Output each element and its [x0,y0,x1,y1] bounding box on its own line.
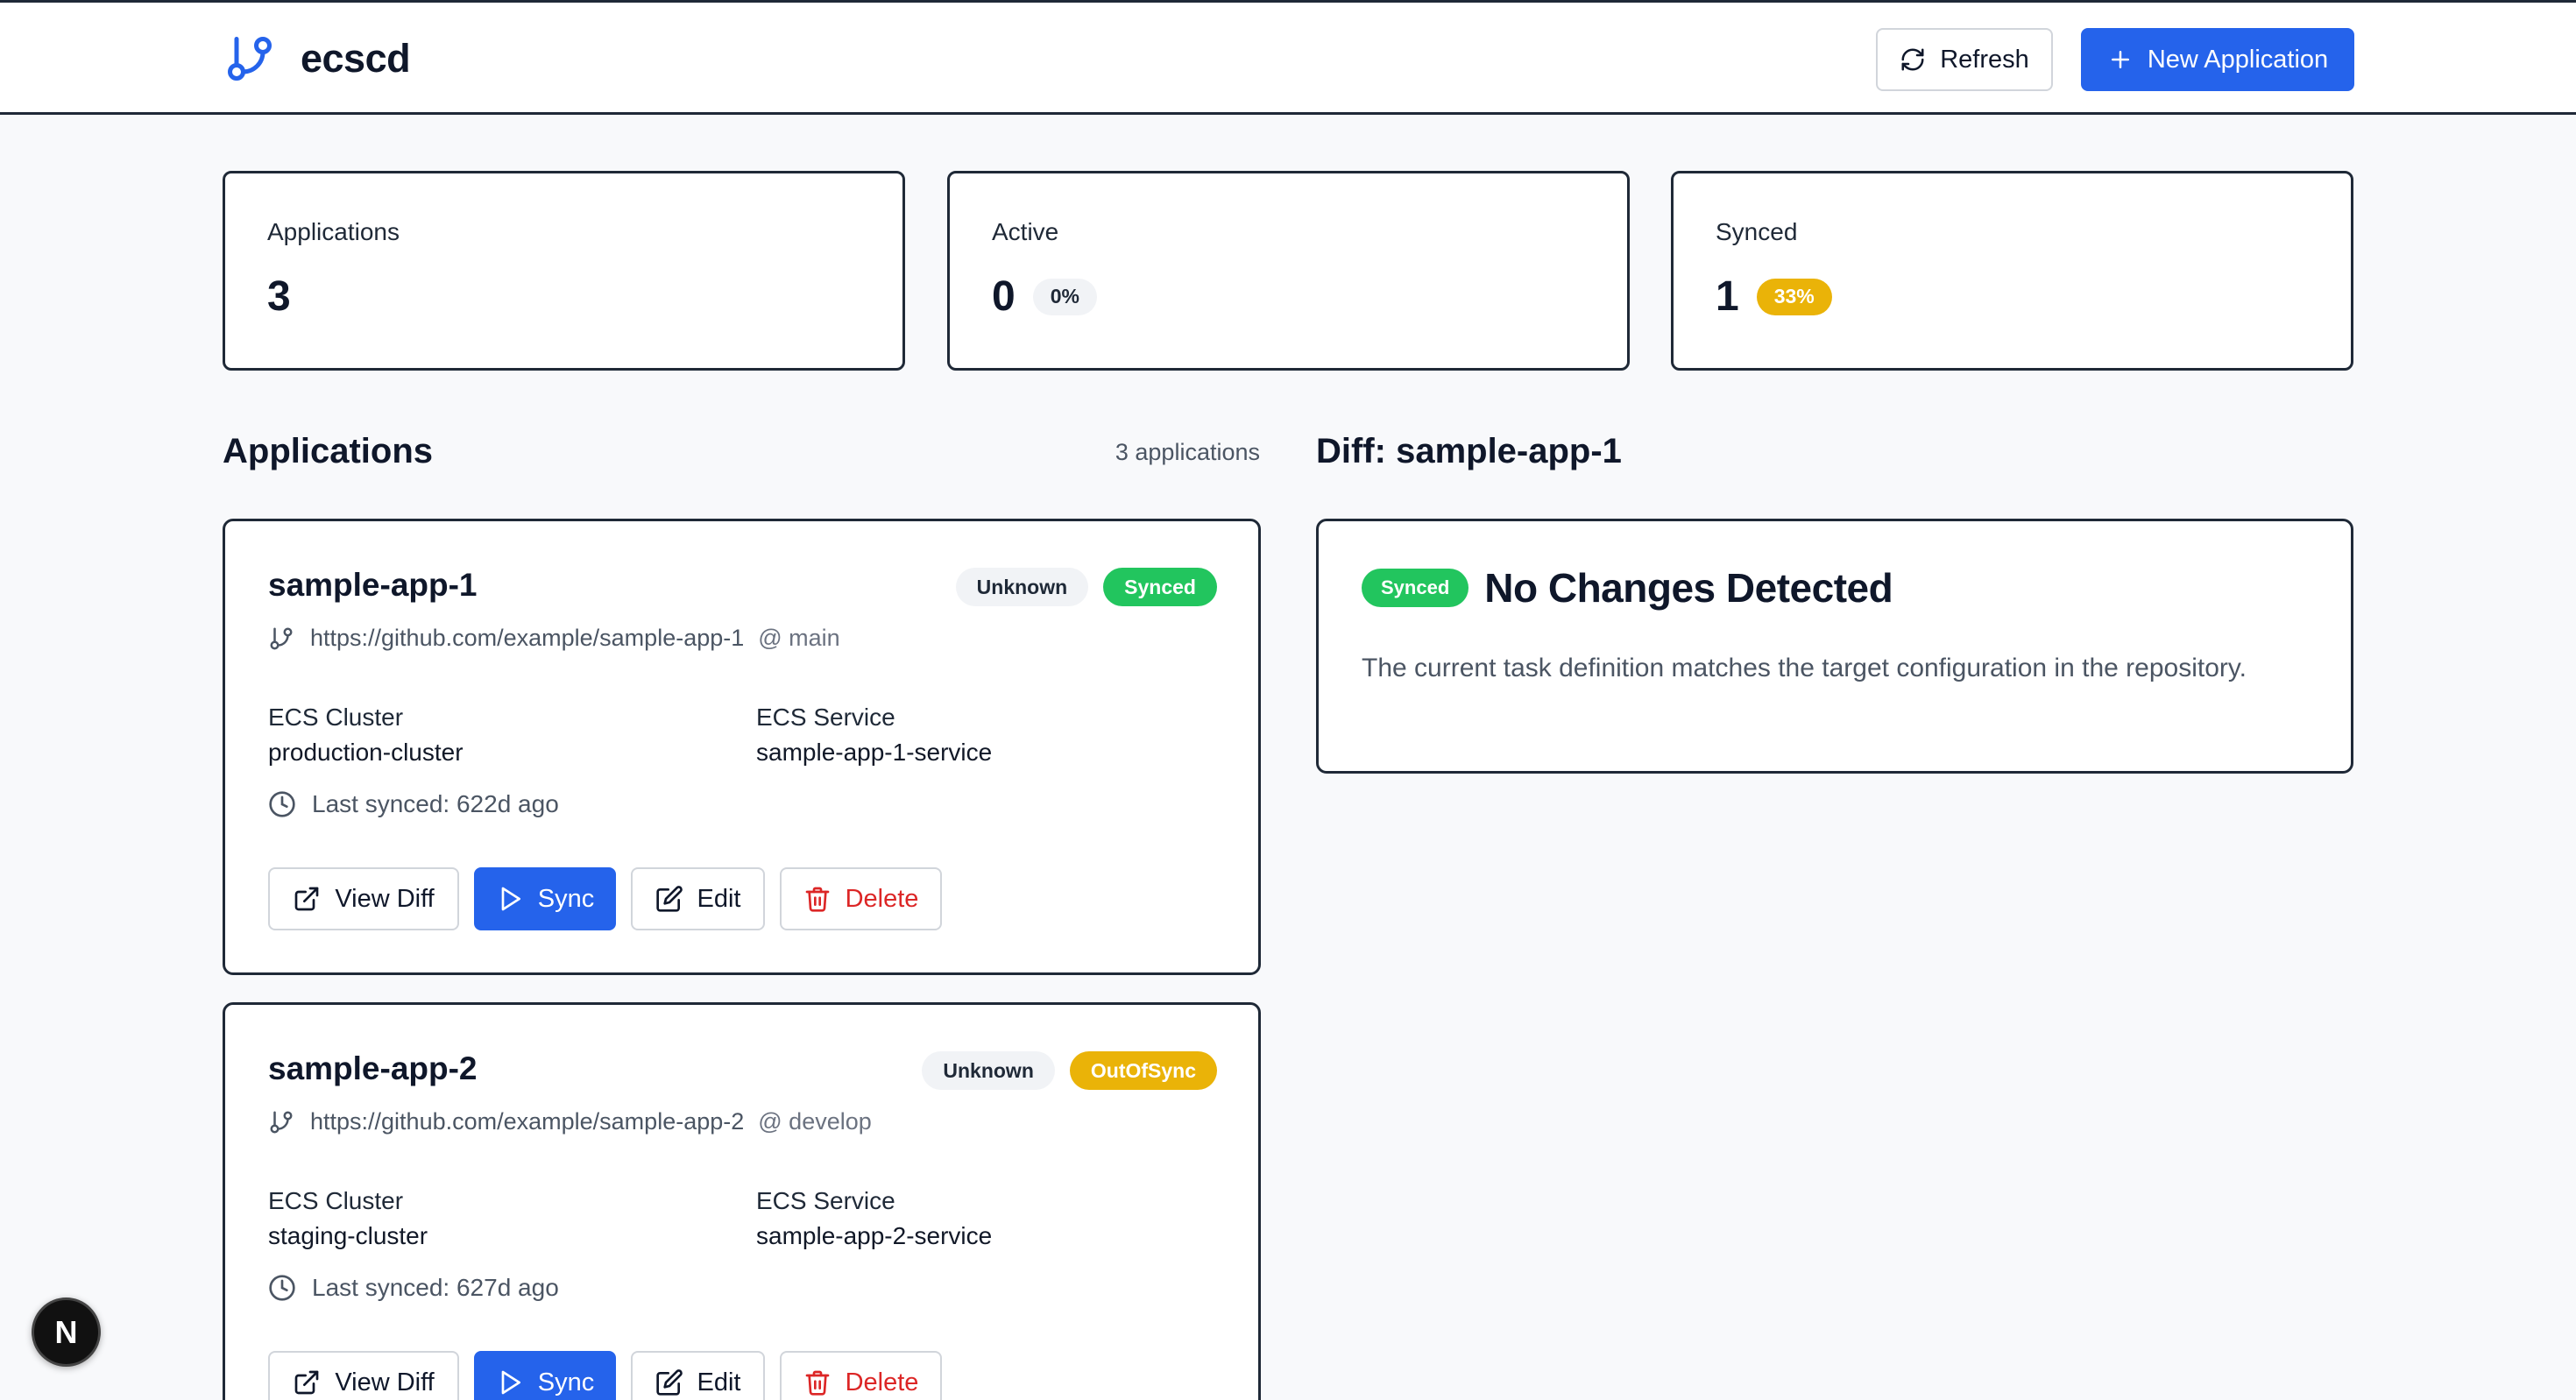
repo-info: https://github.com/example/sample-app-2 … [268,1108,872,1135]
git-branch-icon [270,1111,293,1133]
status-badges: Unknown Synced [955,568,1217,606]
last-synced: Last synced: 622d ago [268,790,559,818]
view-diff-label: View Diff [335,884,435,913]
edit-button[interactable]: Edit [631,867,765,930]
stat-value: 0 [992,273,1016,320]
external-link-icon [294,1370,319,1395]
cluster-label: ECS Cluster [268,1187,404,1214]
app-actions: View Diff Sync Edit Delete [268,867,942,930]
repo-branch: @ develop [758,1108,872,1135]
diff-status-badge: Synced [1362,569,1469,607]
repo-url[interactable]: https://github.com/example/sample-app-2 [310,1108,744,1135]
stat-label: Applications [267,218,400,245]
last-synced-text: Last synced: 627d ago [312,1274,559,1301]
trash-icon [805,1370,829,1396]
service-value: sample-app-1-service [756,739,993,766]
delete-label: Delete [845,884,919,913]
repo-branch: @ main [758,625,840,651]
sync-button[interactable]: Sync [474,1351,616,1400]
diff-heading: No Changes Detected [1484,565,1893,611]
delete-label: Delete [845,1368,919,1396]
stat-value: 1 [1716,273,1739,320]
last-synced: Last synced: 627d ago [268,1274,559,1302]
health-badge: Unknown [955,568,1089,606]
brand-name: ecscd [301,36,411,81]
new-application-label: New Application [2147,45,2329,74]
app-name: sample-app-2 [268,1050,478,1086]
refresh-icon [1901,48,1924,71]
active-percent-badge: 0% [1032,278,1097,315]
stat-label: Synced [1716,218,1798,245]
trash-icon [805,887,829,912]
refresh-button[interactable]: Refresh [1876,28,2053,91]
external-link-icon [294,887,319,911]
service-label: ECS Service [756,704,895,731]
edit-label: Edit [697,884,741,913]
top-bar: ecscd Refresh New Application [0,0,2576,115]
git-branch-icon [228,37,272,81]
app-card[interactable]: sample-app-1 Unknown Synced https://gith… [223,519,1261,975]
last-synced-text: Last synced: 622d ago [312,790,559,817]
sync-button[interactable]: Sync [474,867,616,930]
synced-percent-badge: 33% [1756,278,1832,315]
edit-label: Edit [697,1368,741,1396]
refresh-label: Refresh [1940,45,2029,74]
applications-count: 3 applications [1115,439,1260,465]
app-actions: View Diff Sync Edit Delete [268,1351,942,1400]
applications-title: Applications [223,432,434,470]
stat-card-synced: Synced 1 33% [1671,171,2353,371]
play-icon [501,887,520,911]
diff-header: Synced No Changes Detected [1362,564,1893,612]
sync-label: Sync [537,884,595,913]
clock-icon [269,791,295,817]
play-icon [501,1370,520,1395]
service-label: ECS Service [756,1187,895,1214]
cluster-label: ECS Cluster [268,704,404,731]
clock-icon [269,1275,295,1301]
sync-status-badge: Synced [1103,568,1217,606]
app-name: sample-app-1 [268,567,478,603]
app-card[interactable]: sample-app-2 Unknown OutOfSync https://g… [223,1002,1261,1400]
cluster-value: staging-cluster [268,1222,428,1249]
sync-label: Sync [537,1368,595,1396]
view-diff-button[interactable]: View Diff [268,1351,459,1400]
health-badge: Unknown [922,1051,1055,1090]
view-diff-label: View Diff [335,1368,435,1396]
delete-button[interactable]: Delete [780,867,942,930]
stat-value-row: 3 [267,272,291,321]
stat-card-active: Active 0 0% [947,171,1630,371]
cluster-value: production-cluster [268,739,464,766]
stat-label: Active [992,218,1059,245]
stat-value-row: 1 33% [1716,272,1832,321]
repo-info: https://github.com/example/sample-app-1 … [268,625,840,652]
stat-value: 3 [267,273,291,320]
stat-value-row: 0 0% [992,272,1097,321]
sync-status-badge: OutOfSync [1069,1051,1217,1090]
git-branch-icon [270,627,293,649]
service-value: sample-app-2-service [756,1222,993,1249]
edit-button[interactable]: Edit [631,1351,765,1400]
dev-tools-badge[interactable]: N [32,1297,101,1367]
edit-icon [655,886,683,912]
diff-description: The current task definition matches the … [1362,654,2247,682]
status-badges: Unknown OutOfSync [922,1051,1217,1090]
view-diff-button[interactable]: View Diff [268,867,459,930]
edit-icon [655,1369,683,1396]
brand[interactable]: ecscd [223,32,411,85]
diff-title: Diff: sample-app-1 [1316,432,1622,470]
delete-button[interactable]: Delete [780,1351,942,1400]
plus-icon [2111,51,2129,68]
repo-url[interactable]: https://github.com/example/sample-app-1 [310,625,744,652]
stat-card-applications: Applications 3 [223,171,905,371]
new-application-button[interactable]: New Application [2081,28,2354,91]
diff-panel: Synced No Changes Detected The current t… [1316,519,2353,774]
